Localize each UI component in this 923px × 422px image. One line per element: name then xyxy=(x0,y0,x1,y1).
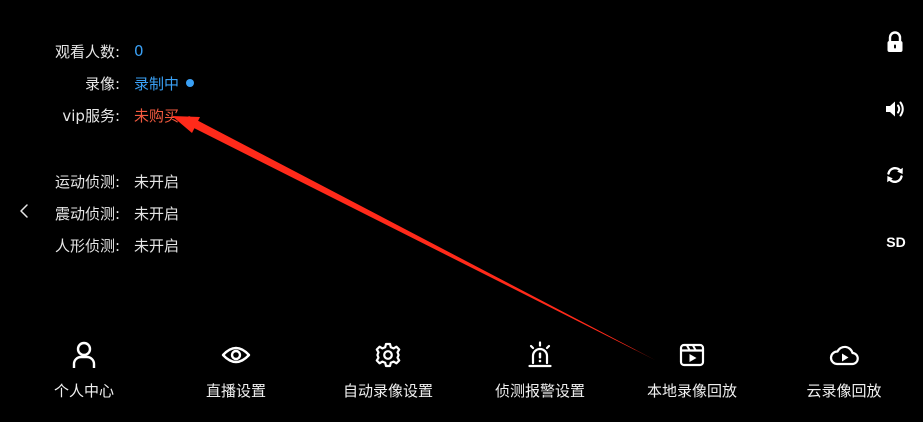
bottom-nav: 个人中心 直播设置 自动录像设置 侦测报警设置 本地录像回放 云录像回放 xyxy=(0,340,923,410)
motion-detect-row: 运动侦测: 未开启 xyxy=(0,170,179,192)
nav-item-detection-alarm-settings[interactable]: 侦测报警设置 xyxy=(465,340,615,410)
viewers-value: 0 xyxy=(134,42,144,60)
human-detect-value: 未开启 xyxy=(134,236,180,255)
nav-label: 侦测报警设置 xyxy=(494,382,585,400)
human-detect-label: 人形侦测: xyxy=(54,236,120,255)
vip-label: vip服务: xyxy=(62,106,120,125)
nav-item-local-record-playback[interactable]: 本地录像回放 xyxy=(617,340,767,410)
record-status: 录制中 xyxy=(134,73,195,94)
rotate-button[interactable] xyxy=(883,163,907,187)
motion-detect-label: 运动侦测: xyxy=(54,172,120,191)
video-playback-icon xyxy=(677,340,707,370)
refresh-icon xyxy=(887,167,903,183)
vip-value[interactable]: 未购买 xyxy=(134,105,179,126)
viewers-row: 观看人数: 0 xyxy=(0,40,144,62)
person-icon xyxy=(69,340,99,370)
lock-icon xyxy=(887,31,903,52)
nav-label: 直播设置 xyxy=(205,382,266,400)
nav-item-auto-record-settings[interactable]: 自动录像设置 xyxy=(313,340,463,410)
nav-item-live-settings[interactable]: 直播设置 xyxy=(161,340,311,410)
speaker-icon xyxy=(886,101,904,117)
cloud-play-icon xyxy=(829,340,859,370)
nav-label: 自动录像设置 xyxy=(342,382,433,400)
nav-label: 个人中心 xyxy=(53,382,114,400)
nav-item-cloud-record-playback[interactable]: 云录像回放 xyxy=(769,340,919,410)
sound-button[interactable] xyxy=(883,97,907,121)
nav-label: 本地录像回放 xyxy=(646,382,737,400)
chevron-left-icon xyxy=(20,204,28,218)
eye-icon xyxy=(221,340,251,370)
alarm-icon xyxy=(525,340,555,370)
nav-item-personal-center[interactable]: 个人中心 xyxy=(9,340,159,410)
nav-label: 云录像回放 xyxy=(806,382,882,400)
quality-button[interactable]: SD xyxy=(881,230,911,254)
human-detect-row: 人形侦测: 未开启 xyxy=(0,234,179,256)
record-value: 录制中 xyxy=(134,74,180,93)
lock-button[interactable] xyxy=(883,30,907,54)
gear-icon xyxy=(373,340,403,370)
collapse-panel-button[interactable] xyxy=(16,200,32,222)
quality-label: SD xyxy=(886,234,906,250)
vip-row: vip服务: 未购买 xyxy=(0,104,179,126)
recording-dot xyxy=(186,79,195,87)
record-row: 录像: 录制中 xyxy=(0,72,195,94)
vibration-detect-value: 未开启 xyxy=(134,204,180,223)
record-label: 录像: xyxy=(84,74,120,93)
motion-detect-value: 未开启 xyxy=(134,172,180,191)
viewers-label: 观看人数: xyxy=(54,42,120,61)
